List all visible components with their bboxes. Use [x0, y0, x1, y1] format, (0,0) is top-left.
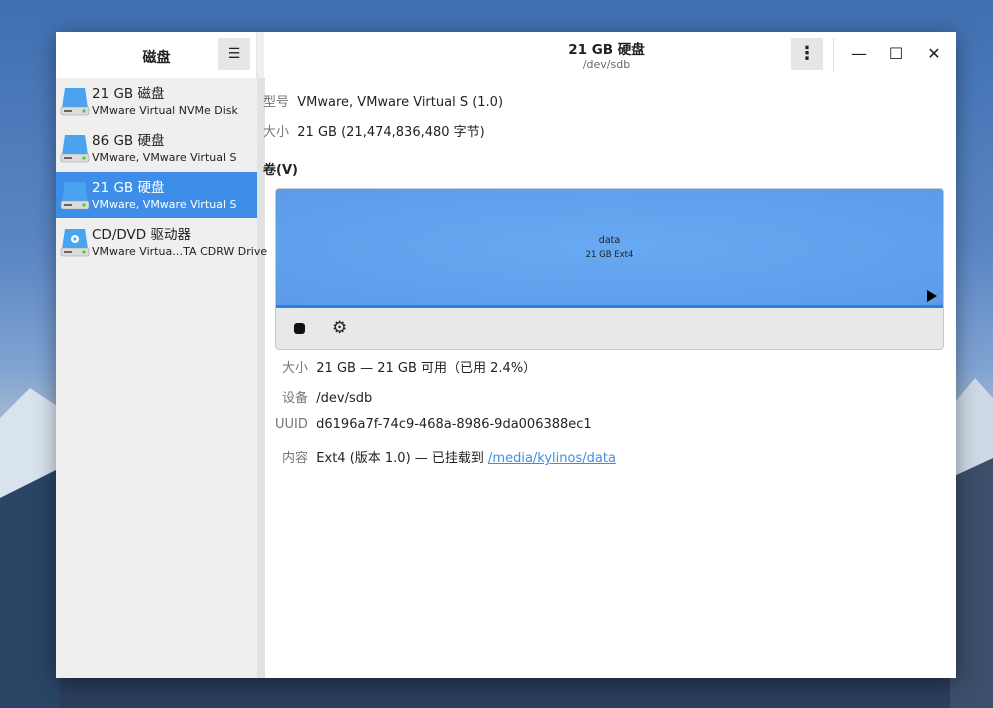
sidebar-disk-item[interactable]: 21 GB 硬盘 VMware, VMware Virtual S — [56, 172, 257, 218]
close-button[interactable]: ✕ — [922, 42, 946, 66]
volume-size-label: 大小 — [282, 361, 309, 376]
sidebar-disk-item[interactable]: 86 GB 硬盘 VMware, VMware Virtual S — [56, 125, 257, 171]
model-row: 型号 VMware, VMware Virtual S (1.0) — [263, 91, 503, 110]
disk-subtitle: VMware Virtual NVMe Disk — [92, 104, 238, 117]
size-value: 21 GB (21,474,836,480 字节) — [297, 125, 485, 140]
disk-title: 21 GB 磁盘 — [92, 86, 165, 102]
contents-label: 内容 — [282, 451, 309, 466]
uuid-label: UUID — [275, 417, 308, 432]
disk-subtitle: VMware, VMware Virtual S — [92, 198, 237, 211]
partition-data[interactable]: data 21 GB Ext4 — [276, 189, 943, 308]
model-label: 型号 — [263, 95, 290, 110]
volume-size-row: 大小 21 GB — 21 GB 可用（已用 2.4%） — [282, 357, 536, 376]
next-partition-icon[interactable] — [927, 290, 937, 302]
partition-desc: 21 GB Ext4 — [585, 250, 634, 260]
sidebar-disk-item[interactable]: 21 GB 磁盘 VMware Virtual NVMe Disk — [56, 78, 257, 124]
minimize-button[interactable]: — — [847, 42, 871, 66]
volumes-heading: 卷(V) — [263, 163, 298, 178]
disk-title: CD/DVD 驱动器 — [92, 227, 191, 243]
disks-window: 磁盘 ☰ 21 GB 磁盘 VMware Virtual NVMe Disk 8… — [56, 32, 956, 678]
header-bar: 21 GB 硬盘 /dev/sdb ⋮ — ☐ ✕ — [257, 32, 956, 78]
size-row: 大小 21 GB (21,474,836,480 字节) — [263, 121, 485, 140]
contents-value: Ext4 (版本 1.0) — 已挂载到 — [316, 451, 489, 466]
device-row: 设备 /dev/sdb — [282, 387, 372, 406]
hamburger-menu-button[interactable]: ☰ — [218, 38, 250, 70]
sidebar-header: 磁盘 ☰ — [56, 32, 257, 78]
uuid-value: d6196a7f-74c9-468a-8986-9da006388ec1 — [316, 417, 592, 432]
model-value: VMware, VMware Virtual S (1.0) — [297, 95, 504, 110]
hard-disk-icon — [60, 135, 90, 163]
hard-disk-icon — [60, 182, 90, 210]
optical-drive-icon — [60, 229, 90, 257]
volume-size-value: 21 GB — 21 GB 可用（已用 2.4%） — [316, 361, 537, 376]
disk-subtitle: VMware, VMware Virtual S — [92, 151, 237, 164]
sidebar: 磁盘 ☰ 21 GB 磁盘 VMware Virtual NVMe Disk 8… — [56, 32, 267, 678]
size-label: 大小 — [263, 125, 290, 140]
sidebar-disk-item[interactable]: CD/DVD 驱动器 VMware Virtua…TA CDRW Drive — [56, 219, 267, 265]
volume-map: data 21 GB Ext4 ⚙ — [275, 188, 944, 350]
uuid-row: UUID d6196a7f-74c9-468a-8986-9da006388ec… — [275, 417, 592, 432]
more-options-button[interactable]: ⋮ — [791, 38, 823, 70]
disk-title: 21 GB 硬盘 — [92, 180, 165, 196]
contents-row: 内容 Ext4 (版本 1.0) — 已挂载到 /media/kylinos/d… — [282, 447, 616, 466]
mount-point-link[interactable]: /media/kylinos/data — [488, 451, 616, 466]
header-separator — [833, 38, 834, 72]
disk-title: 86 GB 硬盘 — [92, 133, 165, 149]
unmount-stop-icon[interactable] — [294, 323, 305, 334]
maximize-button[interactable]: ☐ — [884, 42, 908, 66]
gear-icon[interactable]: ⚙ — [332, 319, 347, 337]
hard-disk-icon — [60, 88, 90, 116]
device-value: /dev/sdb — [316, 391, 373, 406]
device-label: 设备 — [282, 391, 309, 406]
disk-subtitle: VMware Virtua…TA CDRW Drive — [92, 245, 268, 258]
partition-name: data — [598, 235, 621, 246]
